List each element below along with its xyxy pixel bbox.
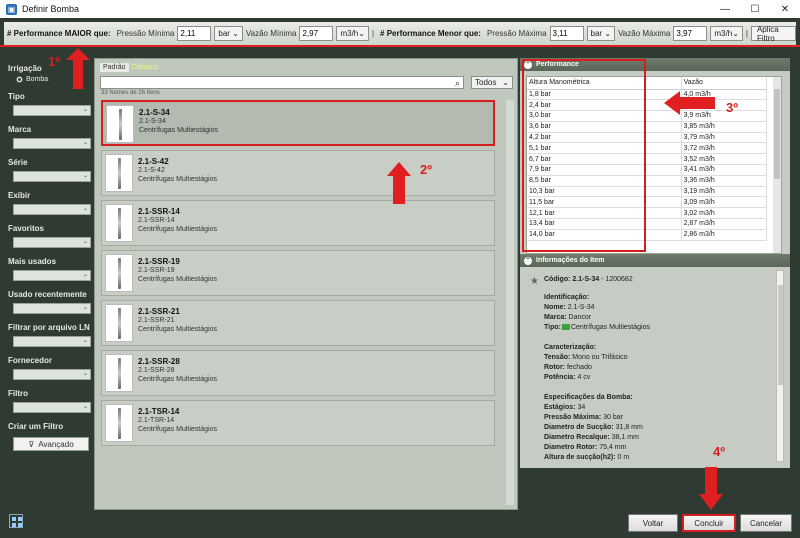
annotation-4: 4º (713, 444, 725, 459)
annotation-2: 2º (420, 162, 432, 177)
arrow-down-4-icon (699, 467, 723, 510)
concluir-button[interactable]: Concluir (682, 514, 736, 532)
footer-bar (0, 510, 800, 538)
annotation-arrows (66, 48, 723, 510)
annotation-3: 3º (726, 100, 738, 115)
arrow-up-2-icon (387, 162, 411, 204)
arrow-left-3-icon (664, 91, 715, 115)
grid-view-icon[interactable] (9, 514, 23, 528)
voltar-button[interactable]: Voltar (628, 514, 678, 532)
annotation-1: 1º (48, 54, 60, 69)
arrow-up-1-icon (66, 48, 90, 89)
cancelar-button[interactable]: Cancelar (740, 514, 792, 532)
